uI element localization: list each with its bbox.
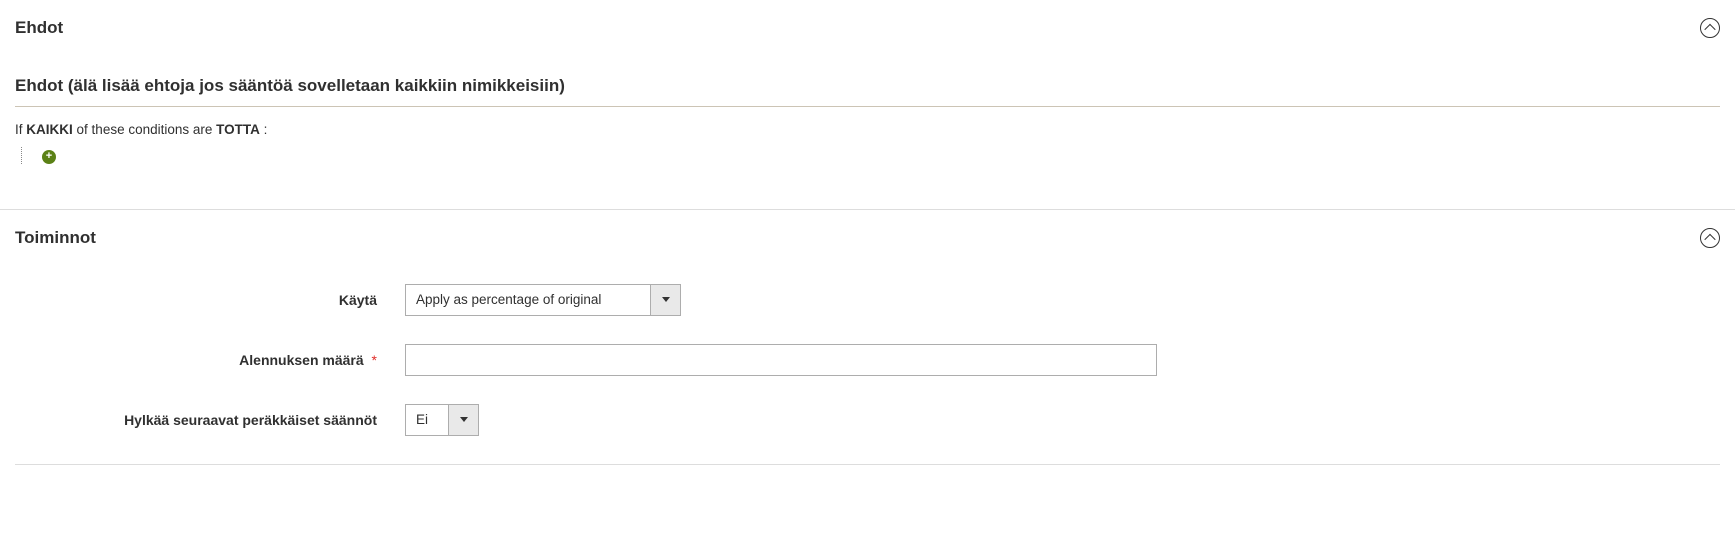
conditions-title: Ehdot <box>15 18 63 38</box>
conditions-section-header[interactable]: Ehdot <box>15 10 1720 46</box>
actions-section: Toiminnot Käytä Apply as percentage of o… <box>0 210 1735 465</box>
conditions-children <box>21 147 1720 164</box>
conditions-root-line: If KAIKKI of these conditions are TOTTA … <box>15 122 1720 137</box>
discount-amount-label: Alennuksen määrä * <box>15 352 405 368</box>
apply-label: Käytä <box>15 292 405 308</box>
discount-amount-label-text: Alennuksen määrä <box>239 352 364 368</box>
rule-prefix: If <box>15 122 23 137</box>
conditions-legend: Ehdot (älä lisää ehtoja jos sääntöä sove… <box>15 46 1720 107</box>
stop-rules-select[interactable]: Ei <box>405 404 479 436</box>
stop-rules-select-value: Ei <box>405 404 449 436</box>
bottom-divider <box>15 464 1720 465</box>
actions-section-header[interactable]: Toiminnot <box>15 220 1720 256</box>
chevron-up-icon[interactable] <box>1700 228 1720 248</box>
actions-title: Toiminnot <box>15 228 96 248</box>
discount-amount-row: Alennuksen määrä * <box>15 344 1720 376</box>
chevron-up-icon[interactable] <box>1700 18 1720 38</box>
required-asterisk: * <box>372 352 377 368</box>
chevron-down-icon[interactable] <box>449 404 479 436</box>
rule-bool-value[interactable]: TOTTA <box>216 122 260 137</box>
conditions-rule-builder: If KAIKKI of these conditions are TOTTA … <box>15 122 1720 189</box>
stop-rules-row: Hylkää seuraavat peräkkäiset säännöt Ei <box>15 404 1720 436</box>
apply-row: Käytä Apply as percentage of original <box>15 284 1720 316</box>
rule-aggregator-value[interactable]: KAIKKI <box>26 122 73 137</box>
apply-select-value: Apply as percentage of original <box>405 284 651 316</box>
rule-mid: of these conditions are <box>77 122 213 137</box>
discount-amount-control <box>405 344 1157 376</box>
rule-colon: : <box>264 122 268 137</box>
discount-amount-input[interactable] <box>405 344 1157 376</box>
chevron-down-icon[interactable] <box>651 284 681 316</box>
apply-select[interactable]: Apply as percentage of original <box>405 284 681 316</box>
stop-rules-label: Hylkää seuraavat peräkkäiset säännöt <box>15 412 405 428</box>
conditions-section: Ehdot Ehdot (älä lisää ehtoja jos sääntö… <box>0 0 1735 209</box>
add-condition-icon[interactable] <box>42 150 56 164</box>
